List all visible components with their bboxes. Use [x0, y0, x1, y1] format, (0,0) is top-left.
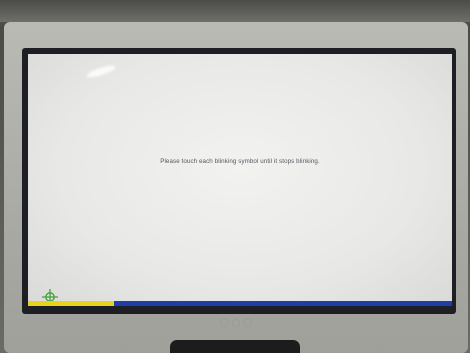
background-wall [0, 0, 470, 22]
touchscreen[interactable]: Please touch each blinking symbol until … [28, 54, 452, 306]
status-strip-accent [28, 301, 114, 306]
device-photo: Please touch each blinking symbol until … [0, 0, 470, 353]
bezel-logo-plate [170, 340, 300, 353]
calibration-instruction: Please touch each blinking symbol until … [160, 158, 320, 165]
screen-glare [85, 63, 117, 80]
bezel-hardware-buttons: ◯ ◯ ◯ [220, 318, 252, 327]
